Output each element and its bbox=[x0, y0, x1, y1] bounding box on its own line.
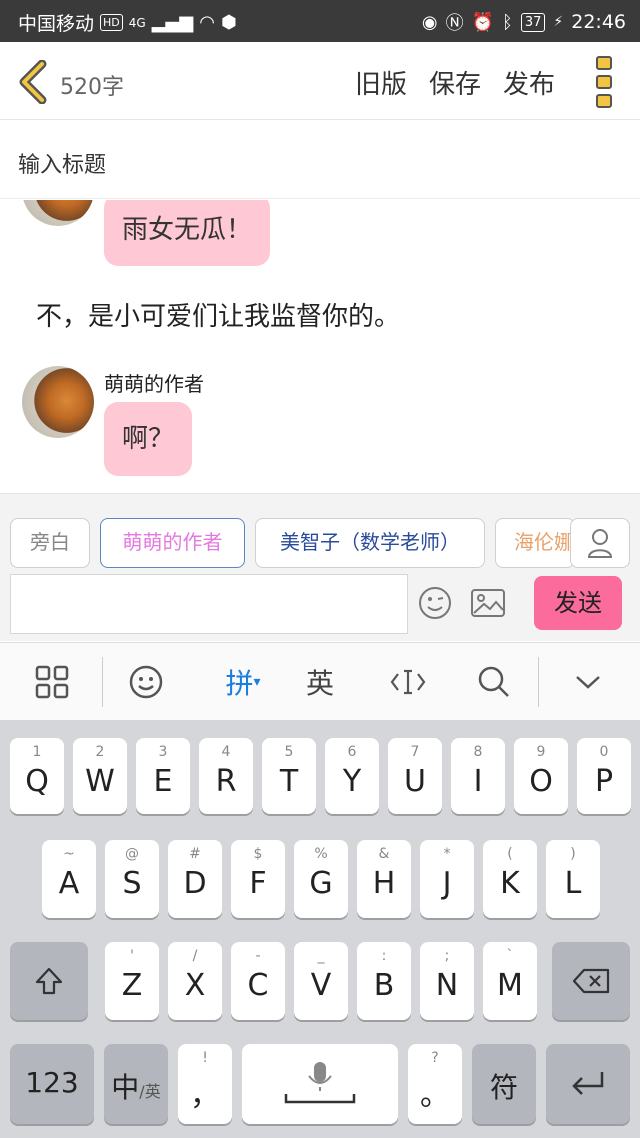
key[interactable]: ) L bbox=[546, 840, 600, 918]
backspace-key[interactable] bbox=[552, 942, 630, 1020]
enter-key[interactable] bbox=[546, 1044, 630, 1124]
key[interactable]: 2W bbox=[73, 738, 127, 814]
character-chip[interactable]: 美智子（数学老师） bbox=[255, 518, 485, 568]
emoji-icon[interactable] bbox=[418, 586, 452, 620]
hd-badge: HD bbox=[100, 14, 123, 31]
english-mode-button[interactable]: 英 bbox=[292, 643, 348, 721]
chip-label: 海伦娜 bbox=[514, 530, 574, 554]
key[interactable]: 4R bbox=[199, 738, 253, 814]
user-icon bbox=[587, 529, 613, 558]
bluetooth-icon: ᛒ bbox=[502, 11, 513, 33]
add-character-button[interactable] bbox=[570, 518, 630, 568]
shield-icon: ⬢ bbox=[220, 12, 237, 33]
key[interactable]: # D bbox=[168, 840, 222, 918]
key[interactable]: 7U bbox=[388, 738, 442, 814]
enter-icon bbox=[572, 1072, 604, 1095]
old-version-button[interactable]: 旧版 bbox=[355, 64, 407, 101]
key[interactable]: * J bbox=[420, 840, 474, 918]
send-button[interactable]: 发送 bbox=[534, 576, 622, 630]
divider bbox=[102, 657, 103, 707]
key[interactable]: 3E bbox=[136, 738, 190, 814]
image-icon[interactable] bbox=[470, 586, 506, 620]
network-type: 4G bbox=[128, 15, 146, 30]
charging-icon: ⚡ bbox=[553, 14, 564, 30]
key[interactable]: % G bbox=[294, 840, 348, 918]
character-chip[interactable]: 海伦娜 bbox=[495, 518, 575, 568]
title-input[interactable]: 输入标题 bbox=[18, 147, 106, 179]
alarm-icon: ⏰ bbox=[471, 11, 495, 33]
publish-button[interactable]: 发布 bbox=[503, 64, 555, 101]
dialogue-bubble[interactable]: 啊？ bbox=[104, 402, 193, 476]
pinyin-mode-button[interactable]: 拼 ▾ bbox=[208, 643, 278, 721]
chip-label: 美智子（数学老师） bbox=[280, 530, 460, 554]
key[interactable]: / X bbox=[168, 942, 222, 1020]
message-input[interactable] bbox=[10, 574, 408, 634]
carrier-name: 中国移动 bbox=[18, 13, 95, 35]
key[interactable]: _ V bbox=[294, 942, 348, 1020]
character-chip[interactable]: 旁白 bbox=[10, 518, 90, 568]
cursor-icon[interactable] bbox=[380, 643, 436, 721]
more-menu-icon[interactable] bbox=[596, 56, 614, 108]
avatar bbox=[22, 200, 94, 226]
key[interactable]: & H bbox=[357, 840, 411, 918]
key[interactable]: 1Q bbox=[10, 738, 64, 814]
dialogue-bubble[interactable]: 雨女无瓜！ bbox=[104, 200, 271, 266]
save-button[interactable]: 保存 bbox=[429, 64, 481, 101]
battery-icon: 37 bbox=[520, 12, 546, 32]
key[interactable]: 5T bbox=[262, 738, 316, 814]
search-icon[interactable] bbox=[466, 643, 522, 721]
character-bar: 旁白 萌萌的作者 美智子（数学老师） 海伦娜 发送 bbox=[0, 493, 640, 641]
nfc-icon: Ⓝ bbox=[445, 13, 464, 34]
key[interactable]: 9O bbox=[514, 738, 568, 814]
backspace-icon bbox=[572, 968, 610, 994]
key[interactable]: ; N bbox=[420, 942, 474, 1020]
story-content: 雨女无瓜！ 不，是小可爱们让我监督你的。 萌萌的作者 啊？ bbox=[0, 200, 640, 492]
microphone-icon bbox=[284, 1062, 356, 1104]
word-count: 520字 bbox=[60, 75, 124, 100]
key[interactable]: :B bbox=[357, 942, 411, 1020]
grid-menu-icon[interactable] bbox=[20, 643, 84, 721]
chip-label: 旁白 bbox=[30, 530, 70, 554]
title-field[interactable]: 输入标题 bbox=[0, 121, 640, 199]
signal-icon: ▂▄▆ bbox=[151, 12, 194, 33]
space-key[interactable] bbox=[242, 1044, 398, 1124]
comma-key[interactable]: !， bbox=[178, 1044, 232, 1124]
clock: 22:46 bbox=[571, 11, 626, 33]
back-icon[interactable] bbox=[16, 60, 50, 104]
language-switch-key[interactable]: 中/英 bbox=[104, 1044, 168, 1124]
key[interactable]: 0P bbox=[577, 738, 631, 814]
pinyin-label: 拼 bbox=[225, 667, 254, 700]
period-key[interactable]: ?。 bbox=[408, 1044, 462, 1124]
speaker-name: 萌萌的作者 bbox=[104, 372, 204, 396]
chip-label: 萌萌的作者 bbox=[122, 530, 223, 554]
character-chip[interactable]: 萌萌的作者 bbox=[100, 518, 245, 568]
collapse-keyboard-icon[interactable] bbox=[560, 643, 616, 721]
avatar bbox=[22, 366, 94, 438]
shift-icon bbox=[35, 967, 63, 995]
editor-header: 520字 旧版 保存 发布 bbox=[0, 42, 640, 120]
symbols-key[interactable]: 符 bbox=[472, 1044, 536, 1124]
key[interactable]: @ S bbox=[105, 840, 159, 918]
key[interactable]: -C bbox=[231, 942, 285, 1020]
numbers-key[interactable]: 123 bbox=[10, 1044, 94, 1124]
key[interactable]: 6Y bbox=[325, 738, 379, 814]
status-bar: 中国移动 HD 4G ▂▄▆ ◠ ⬢ ◉ Ⓝ ⏰ ᛒ 37 ⚡ 22:46 bbox=[0, 0, 640, 42]
wifi-icon: ◠ bbox=[199, 12, 215, 33]
key[interactable]: ` M bbox=[483, 942, 537, 1020]
keyboard: 1Q 2W 3E 4R 5T 6Y 7U 8I 9O 0P ~ A @ S # D $… bbox=[0, 720, 640, 1138]
key[interactable]: ~ A bbox=[42, 840, 96, 918]
key[interactable]: (K bbox=[483, 840, 537, 918]
divider bbox=[538, 657, 539, 707]
key[interactable]: $ F bbox=[231, 840, 285, 918]
narration-text[interactable]: 不，是小可爱们让我监督你的。 bbox=[36, 296, 400, 333]
key[interactable]: 8I bbox=[451, 738, 505, 814]
eye-icon: ◉ bbox=[421, 11, 438, 33]
key[interactable]: ' Z bbox=[105, 942, 159, 1020]
shift-key[interactable] bbox=[10, 942, 88, 1020]
emoji-keyboard-icon[interactable] bbox=[118, 643, 174, 721]
keyboard-toolbar: 拼 ▾ 英 bbox=[0, 642, 640, 720]
